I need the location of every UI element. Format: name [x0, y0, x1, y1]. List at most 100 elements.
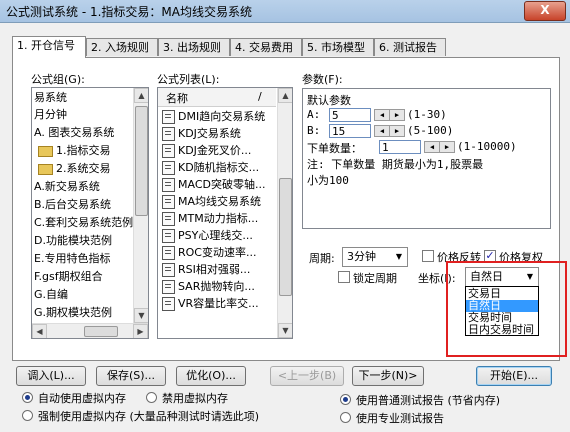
tree-item[interactable]: D.功能模块范例: [34, 233, 112, 249]
tab-exit-rules[interactable]: 3. 出场规则: [158, 38, 230, 56]
tree-item[interactable]: 月分钟: [34, 107, 67, 123]
default-params-title: 默认参数: [307, 94, 351, 107]
scroll-down-icon[interactable]: ▼: [134, 308, 148, 323]
params-box: 默认参数 A: 5 ◀ ▶ (1-30) B: 15 ◀ ▶ (5-100) 下…: [302, 88, 551, 229]
force-memory-radio[interactable]: [22, 410, 33, 421]
tab-open-signal[interactable]: 1. 开仓信号: [12, 36, 86, 58]
dialog-window: 公式测试系统 - 1.指标交易：MA均线交易系统 X 1. 开仓信号 2. 入场…: [0, 0, 570, 432]
tree-item[interactable]: B.后台交易系统: [34, 197, 111, 213]
tree-item-system-trade[interactable]: 2.系统交易: [38, 161, 111, 177]
period-select[interactable]: 3分钟 ▼: [342, 247, 408, 267]
param-a-spin-up[interactable]: ▶: [389, 109, 405, 121]
tree-item[interactable]: A.新交易系统: [34, 179, 100, 195]
qty-label: 下单数量：: [307, 142, 362, 155]
list-item[interactable]: PSY心理线交...: [162, 227, 253, 244]
params-note-line2: 小为100: [307, 174, 349, 187]
tree-item[interactable]: G.自编: [34, 287, 68, 303]
param-b-spin-down[interactable]: ◀: [374, 125, 390, 137]
title-bar[interactable]: 公式测试系统 - 1.指标交易：MA均线交易系统 X: [0, 0, 570, 23]
list-item[interactable]: DMI趋向交易系统: [162, 108, 265, 125]
params-note-line1: 注: 下单数量 期货最小为1,股票最: [307, 158, 484, 171]
param-b-label: B:: [307, 124, 321, 137]
column-name-header[interactable]: 名称: [166, 90, 188, 106]
scroll-thumb[interactable]: [84, 326, 118, 337]
pro-report-label: 使用专业测试报告: [356, 412, 444, 425]
tree-item[interactable]: F.gsf期权组合: [34, 269, 103, 285]
list-item[interactable]: KD随机指标交...: [162, 159, 259, 176]
force-memory-label: 强制使用虚拟内存 (大量品种测试时请选此项): [38, 410, 260, 423]
tree-item[interactable]: C.套利交易系统范例: [34, 215, 133, 231]
list-item[interactable]: KDJ交易系统: [162, 125, 241, 142]
param-a-label: A:: [307, 108, 321, 121]
param-a-input[interactable]: 5: [329, 108, 371, 122]
optimize-button[interactable]: 优化(O)...: [176, 366, 246, 386]
param-b-input[interactable]: 15: [329, 124, 371, 138]
list-item-selected[interactable]: MA均线交易系统: [162, 193, 261, 210]
tree-item[interactable]: E.专用特色指标: [34, 251, 110, 267]
list-item[interactable]: SAR抛物转向...: [162, 278, 255, 295]
scroll-right-icon[interactable]: ▶: [133, 324, 148, 338]
formula-vscroll[interactable]: ▲ ▼: [277, 88, 292, 338]
formula-icon: [162, 212, 175, 226]
list-item[interactable]: KDJ金死叉价...: [162, 142, 251, 159]
qty-spin-up[interactable]: ▶: [439, 141, 455, 153]
formula-list[interactable]: 名称 / DMI趋向交易系统 KDJ交易系统 KDJ金死叉价... KD随机指标…: [157, 87, 293, 339]
prev-step-button[interactable]: <上一步(B): [270, 366, 344, 386]
tree-item-indicator-trade[interactable]: 1.指标交易: [38, 143, 111, 159]
tree-item[interactable]: A. 图表交易系统: [34, 125, 114, 141]
scroll-up-icon[interactable]: ▲: [278, 88, 292, 103]
tree-item[interactable]: G.期权模块范例: [34, 305, 112, 321]
scroll-down-icon[interactable]: ▼: [278, 323, 292, 338]
tab-test-report[interactable]: 6. 测试报告: [374, 38, 446, 56]
list-item[interactable]: MTM动力指标...: [162, 210, 258, 227]
group-hscroll[interactable]: ◀ ▶: [32, 323, 148, 338]
formula-icon: [162, 229, 175, 243]
scroll-thumb[interactable]: [135, 106, 148, 216]
formula-icon: [162, 161, 175, 175]
formula-icon: [162, 110, 175, 124]
disable-memory-radio[interactable]: [146, 392, 157, 403]
formula-icon: [162, 246, 175, 260]
scroll-thumb[interactable]: [279, 178, 292, 296]
qty-spin-down[interactable]: ◀: [424, 141, 440, 153]
tab-entry-rules[interactable]: 2. 入场规则: [86, 38, 158, 56]
save-button[interactable]: 保存(S)...: [96, 366, 166, 386]
list-header[interactable]: 名称 /: [158, 88, 276, 107]
highlight-box: [446, 261, 567, 357]
scroll-up-icon[interactable]: ▲: [134, 88, 148, 103]
normal-report-radio[interactable]: [340, 394, 351, 405]
tree-item[interactable]: 易系统: [34, 90, 67, 106]
lock-period-checkbox[interactable]: [338, 271, 350, 283]
list-item[interactable]: RSI相对强弱...: [162, 261, 250, 278]
price-reverse-checkbox[interactable]: [422, 250, 434, 262]
folder-icon: [38, 163, 53, 175]
close-button[interactable]: X: [524, 1, 566, 21]
qty-input[interactable]: 1: [379, 140, 421, 154]
group-vscroll[interactable]: ▲ ▼: [133, 88, 148, 323]
scroll-left-icon[interactable]: ◀: [32, 324, 47, 338]
lock-period-label: 锁定周期: [353, 272, 397, 285]
formula-icon: [162, 263, 175, 277]
param-b-spin-up[interactable]: ▶: [389, 125, 405, 137]
group-tree[interactable]: 易系统 月分钟 A. 图表交易系统 1.指标交易 2.系统交易 A.新交易系统 …: [31, 87, 149, 339]
tab-trade-fees[interactable]: 4. 交易费用: [230, 38, 302, 56]
param-a-spin-down[interactable]: ◀: [374, 109, 390, 121]
formula-icon: [162, 178, 175, 192]
pro-report-radio[interactable]: [340, 412, 351, 423]
period-label: 周期:: [309, 252, 335, 265]
param-a-range: (1-30): [407, 108, 447, 121]
formula-icon: [162, 127, 175, 141]
next-step-button[interactable]: 下一步(N)>: [352, 366, 424, 386]
formula-icon: [162, 144, 175, 158]
start-button[interactable]: 开始(E)...: [476, 366, 552, 386]
list-item[interactable]: VR容量比率交...: [162, 295, 259, 312]
tab-market-model[interactable]: 5. 市场模型: [302, 38, 374, 56]
folder-icon: [38, 145, 53, 157]
param-b-range: (5-100): [407, 124, 454, 137]
auto-memory-radio[interactable]: [22, 392, 33, 403]
list-item[interactable]: MACD突破零轴...: [162, 176, 265, 193]
window-title: 公式测试系统 - 1.指标交易：MA均线交易系统: [6, 5, 252, 19]
import-button[interactable]: 调入(L)...: [16, 366, 86, 386]
list-item[interactable]: ROC变动速率...: [162, 244, 256, 261]
formula-list-label: 公式列表(L):: [157, 73, 220, 86]
